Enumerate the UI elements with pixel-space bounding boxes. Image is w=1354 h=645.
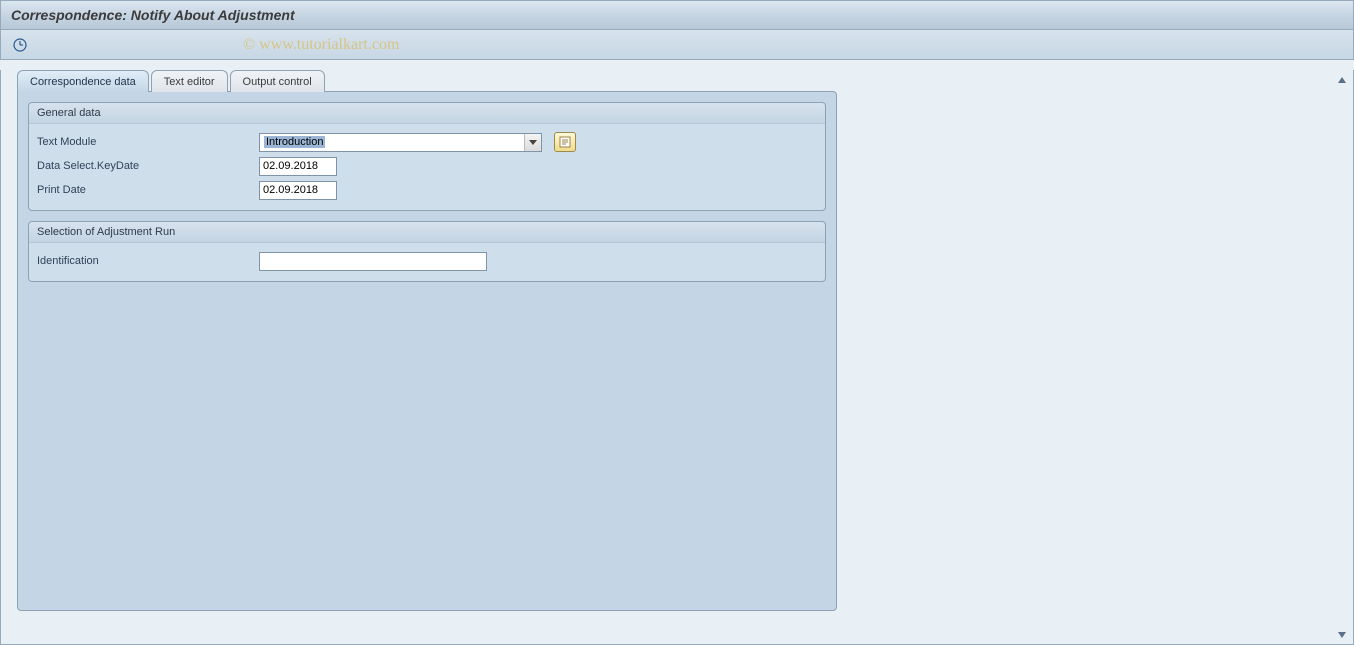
group-body: Identification [29,243,825,281]
titlebar: Correspondence: Notify About Adjustment [0,0,1354,30]
select-value: Introduction [264,136,325,148]
group-general-data: General data Text Module Introduction [28,102,826,211]
row-identification: Identification [37,249,817,273]
content-area: Correspondence data Text editor Output c… [0,70,1354,645]
tab-panel: General data Text Module Introduction [17,91,837,611]
row-text-module: Text Module Introduction [37,130,817,154]
text-module-select[interactable]: Introduction [259,133,542,152]
execute-icon[interactable] [11,36,29,54]
group-header: General data [29,103,825,124]
watermark-text: © www.tutorialkart.com [243,36,399,54]
display-text-button[interactable] [554,132,576,152]
toolbar: © www.tutorialkart.com [0,30,1354,60]
keydate-input[interactable] [259,157,337,176]
group-body: Text Module Introduction [29,124,825,210]
label-text-module: Text Module [37,136,259,148]
tab-strip: Correspondence data Text editor Output c… [17,70,1353,92]
group-header: Selection of Adjustment Run [29,222,825,243]
label-keydate: Data Select.KeyDate [37,160,259,172]
page-title: Correspondence: Notify About Adjustment [11,7,295,23]
tab-label: Correspondence data [30,76,136,88]
identification-input[interactable] [259,252,487,271]
group-selection-adjustment-run: Selection of Adjustment Run Identificati… [28,221,826,282]
tab-output-control[interactable]: Output control [230,70,325,92]
tab-label: Output control [243,76,312,88]
print-date-input[interactable] [259,181,337,200]
row-keydate: Data Select.KeyDate [37,154,817,178]
label-print-date: Print Date [37,184,259,196]
tab-label: Text editor [164,76,215,88]
tab-correspondence-data[interactable]: Correspondence data [17,70,149,92]
chevron-down-icon [524,134,541,151]
tab-text-editor[interactable]: Text editor [151,70,228,92]
label-identification: Identification [37,255,259,267]
row-print-date: Print Date [37,178,817,202]
